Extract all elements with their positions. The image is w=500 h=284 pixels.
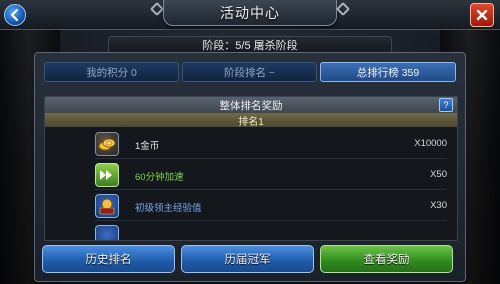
- item-name: 60分钟加速: [135, 172, 184, 183]
- divider: [95, 189, 447, 190]
- rank-label: 排名1: [45, 113, 457, 128]
- activity-center-screen: 活动中心 阶段：5/5 屠杀阶段 我的积分 0 阶段排名 ~ 总排行榜 359 …: [0, 0, 500, 284]
- tab-my-score[interactable]: 我的积分 0: [44, 62, 179, 82]
- tab-stage-rank[interactable]: 阶段排名 ~: [182, 62, 317, 82]
- list-item: 1金币 X10000: [45, 129, 457, 159]
- close-icon: [476, 9, 488, 21]
- list-item: 60分钟加速 X50: [45, 160, 457, 190]
- past-champions-button[interactable]: 历届冠军: [181, 245, 314, 273]
- reward-title: 整体排名奖励: [219, 99, 283, 112]
- divider: [95, 158, 447, 159]
- item-name: 1金币: [135, 141, 160, 152]
- item-quantity: X10000: [414, 138, 447, 149]
- top-bar: 活动中心: [0, 0, 500, 30]
- page-title: 活动中心: [220, 4, 280, 21]
- bottom-actions: 历史排名 历届冠军 查看奖励: [42, 245, 453, 273]
- list-item: 初级领主经验值 X30: [45, 191, 457, 221]
- title-plate: 活动中心: [163, 0, 337, 26]
- list-item-partial: [45, 222, 457, 240]
- reward-header: 整体排名奖励 ?: [45, 97, 457, 113]
- speed-up-icon: [95, 163, 119, 187]
- item-quantity: X30: [430, 200, 447, 211]
- main-panel: 我的积分 0 阶段排名 ~ 总排行榜 359 整体排名奖励 ? 排名1 1金币: [34, 52, 466, 282]
- title-ornament-left-icon: [149, 1, 165, 17]
- gold-coin-icon: [95, 132, 119, 156]
- divider: [95, 220, 447, 221]
- item-quantity: X50: [430, 169, 447, 180]
- item-name: 初级领主经验值: [135, 203, 202, 214]
- tab-bar: 我的积分 0 阶段排名 ~ 总排行榜 359: [44, 62, 456, 82]
- help-button[interactable]: ?: [439, 98, 453, 112]
- close-button[interactable]: [470, 3, 494, 27]
- back-arrow-icon: [10, 8, 19, 22]
- back-button[interactable]: [4, 4, 26, 26]
- history-rank-button[interactable]: 历史排名: [42, 245, 175, 273]
- title-ornament-right-icon: [335, 1, 351, 17]
- reward-list[interactable]: 整体排名奖励 ? 排名1 1金币 X10000 60分钟加速 X50 初级领主经…: [44, 96, 458, 241]
- view-rewards-button[interactable]: 查看奖励: [320, 245, 453, 273]
- exp-icon: [95, 194, 119, 218]
- exp-icon: [95, 225, 119, 240]
- tab-overall-leaderboard[interactable]: 总排行榜 359: [320, 62, 456, 82]
